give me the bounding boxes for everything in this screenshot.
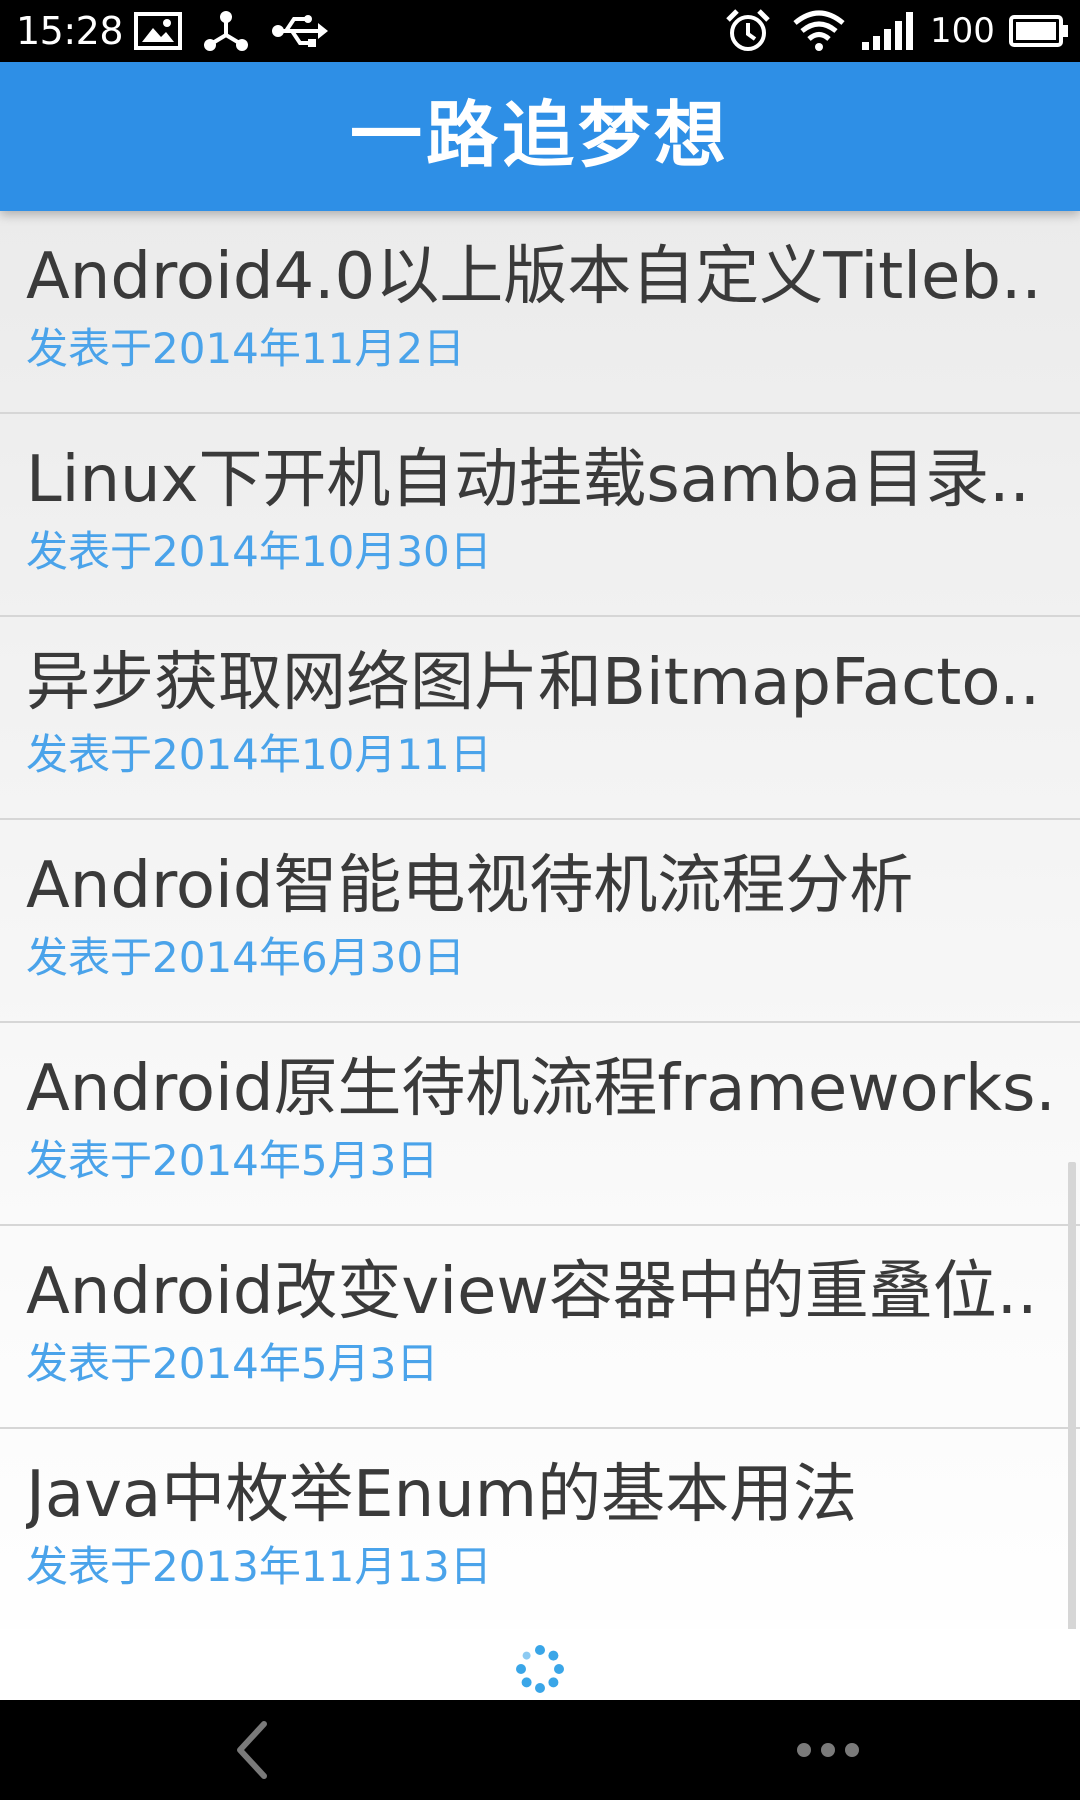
usb-icon (272, 15, 328, 47)
article-title: Android原生待机流程frameworks.. (26, 1052, 1056, 1126)
article-row[interactable]: Android4.0以上版本自定义Titleb.. 发表于2014年11月2日 (0, 211, 1080, 414)
article-title: Android4.0以上版本自定义Titleb.. (26, 240, 1042, 314)
app-bar: 一路追梦想 (0, 62, 1080, 211)
article-date: 发表于2014年11月2日 (26, 324, 466, 373)
signal-icon (862, 12, 913, 50)
share-icon (204, 11, 248, 51)
loading-spinner-icon (516, 1645, 564, 1693)
alarm-icon (726, 9, 770, 51)
article-title: Linux下开机自动挂载samba目录.. (26, 443, 1030, 517)
article-date: 发表于2014年6月30日 (26, 933, 466, 982)
scrollbar[interactable] (1068, 1162, 1076, 1692)
article-row[interactable]: 异步获取网络图片和BitmapFacto.. 发表于2014年10月11日 (0, 617, 1080, 820)
app-title: 一路追梦想 (349, 93, 730, 177)
article-title: 异步获取网络图片和BitmapFacto.. (26, 646, 1041, 720)
article-row[interactable]: Android原生待机流程frameworks.. 发表于2014年5月3日 (0, 1023, 1080, 1226)
loading-footer (0, 1629, 1080, 1700)
article-date: 发表于2014年5月3日 (26, 1339, 439, 1388)
more-icon[interactable] (796, 1738, 860, 1762)
article-title: Android改变view容器中的重叠位.. (26, 1255, 1038, 1329)
status-time: 15:28 (16, 9, 124, 53)
article-title: Java中枚举Enum的基本用法 (26, 1458, 858, 1532)
article-list[interactable]: Android4.0以上版本自定义Titleb.. 发表于2014年11月2日 … (0, 211, 1080, 1700)
article-date: 发表于2013年11月13日 (26, 1542, 492, 1591)
article-date: 发表于2014年10月11日 (26, 730, 492, 779)
status-bar: 15:28 100 (0, 0, 1080, 62)
article-row[interactable]: Linux下开机自动挂载samba目录.. 发表于2014年10月30日 (0, 414, 1080, 617)
article-date: 发表于2014年10月30日 (26, 527, 492, 576)
screen: 15:28 100 一路追梦想 Android4.0以上版本自定义Titleb.… (0, 0, 1080, 1800)
article-date: 发表于2014年5月3日 (26, 1136, 439, 1185)
article-row[interactable]: Java中枚举Enum的基本用法 发表于2013年11月13日 (0, 1429, 1080, 1632)
article-title: Android智能电视待机流程分析 (26, 849, 914, 923)
battery-level: 100 (930, 11, 995, 51)
battery-icon (1009, 15, 1068, 47)
article-row[interactable]: Android智能电视待机流程分析 发表于2014年6月30日 (0, 820, 1080, 1023)
back-icon[interactable] (228, 1720, 278, 1780)
image-icon (134, 12, 182, 50)
wifi-icon (793, 10, 845, 51)
article-row[interactable]: Android改变view容器中的重叠位.. 发表于2014年5月3日 (0, 1226, 1080, 1429)
navigation-bar (0, 1700, 1080, 1800)
